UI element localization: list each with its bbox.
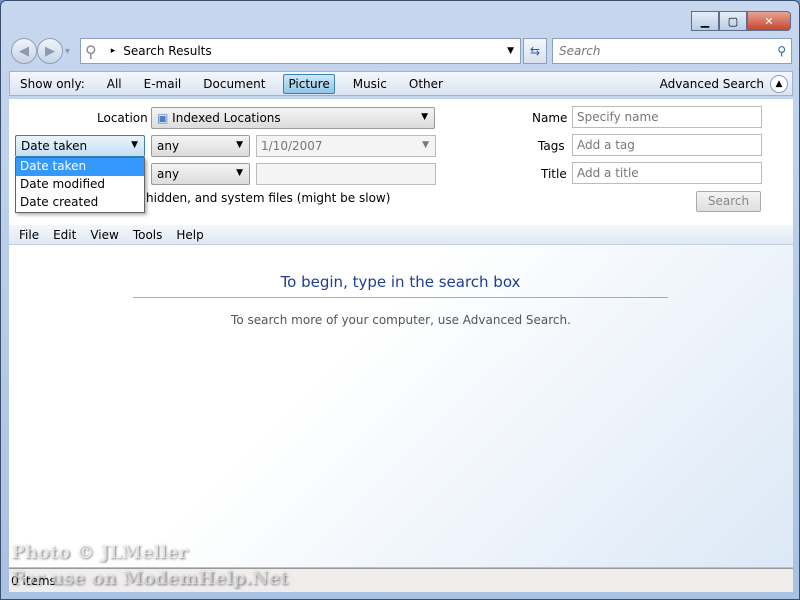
menu-edit[interactable]: Edit (53, 228, 76, 242)
filter-music[interactable]: Music (349, 75, 391, 93)
empty-heading: To begin, type in the search box (133, 273, 668, 298)
date-field-select[interactable]: Date taken ▼ (15, 135, 145, 157)
filter-email[interactable]: E-mail (140, 75, 186, 93)
breadcrumb: Search Results (123, 44, 212, 58)
close-button[interactable]: ✕ (747, 11, 791, 31)
forward-button[interactable]: ▶ (37, 38, 63, 64)
menu-help[interactable]: Help (176, 228, 203, 242)
include-hidden-label: hidden, and system files (might be slow) (146, 191, 391, 205)
chevron-down-icon: ▼ (236, 140, 243, 150)
collapse-icon[interactable]: ▲ (770, 74, 788, 93)
search-magnifier-icon: ⚲ (85, 41, 97, 61)
size-input[interactable] (256, 163, 436, 185)
advanced-search-pane: Location ▣ Indexed Locations ▼ Date taken… (9, 99, 793, 227)
recent-pages-dropdown[interactable]: ▾ (65, 46, 70, 57)
chevron-down-icon: ▼ (131, 140, 138, 150)
breadcrumb-arrow-icon[interactable]: ▸ (111, 46, 116, 56)
name-input[interactable]: Specify name (572, 106, 762, 128)
show-only-label: Show only: (20, 76, 85, 91)
explorer-window: ▁ ▢ ✕ ◀ ▶ ▾ ⚲ ▸ Search Results ▼ ⇆ Searc… (0, 0, 800, 600)
search-input[interactable]: Search ⚲ (552, 38, 792, 64)
location-select[interactable]: ▣ Indexed Locations ▼ (151, 107, 435, 129)
watermark-line1: Photo © JLMeller (11, 542, 188, 563)
chevron-down-icon: ▼ (421, 112, 428, 122)
menu-bar: File Edit View Tools Help (9, 225, 793, 245)
condition-value: any (157, 139, 180, 153)
window-controls: ▁ ▢ ✕ (691, 11, 791, 31)
advanced-search-link[interactable]: Advanced Search (656, 75, 768, 93)
title-input[interactable]: Add a title (572, 162, 762, 184)
size-condition-select[interactable]: any ▼ (151, 163, 250, 185)
title-label: Title (541, 167, 567, 181)
menu-view[interactable]: View (90, 228, 118, 242)
location-label: Location (97, 111, 148, 125)
indexed-locations-icon: ▣ (157, 111, 169, 125)
search-icon[interactable]: ⚲ (777, 44, 786, 58)
refresh-icon: ⇆ (529, 44, 541, 58)
back-arrow-icon: ◀ (19, 43, 29, 59)
filter-document[interactable]: Document (199, 75, 269, 93)
condition-value: any (157, 167, 180, 181)
date-value: 1/10/2007 (261, 139, 323, 153)
date-picker[interactable]: 1/10/2007 ▼ (256, 135, 436, 157)
option-date-taken[interactable]: Date taken (16, 158, 144, 176)
show-only-bar: Show only: All E-mail Document Picture M… (9, 71, 793, 96)
name-label: Name (532, 111, 568, 125)
date-field-value: Date taken (21, 139, 88, 153)
menu-tools[interactable]: Tools (133, 228, 163, 242)
date-field-dropdown: Date taken Date modified Date created (15, 157, 145, 213)
watermark-line2: For use on ModemHelp.Net (11, 568, 289, 589)
location-value: Indexed Locations (172, 111, 281, 125)
address-dropdown-icon[interactable]: ▼ (507, 46, 514, 56)
empty-subtext: To search more of your computer, use Adv… (231, 313, 571, 327)
search-button[interactable]: Search (696, 191, 761, 212)
minimize-button[interactable]: ▁ (691, 11, 719, 31)
search-placeholder: Search (559, 44, 601, 58)
forward-arrow-icon: ▶ (45, 43, 55, 59)
maximize-button[interactable]: ▢ (719, 11, 747, 31)
chevron-down-icon: ▼ (422, 140, 429, 150)
back-button[interactable]: ◀ (11, 38, 37, 64)
date-condition-select[interactable]: any ▼ (151, 135, 250, 157)
filter-all[interactable]: All (103, 75, 126, 93)
address-bar[interactable]: ⚲ ▸ Search Results ▼ (80, 38, 521, 64)
tags-label: Tags (538, 139, 565, 153)
option-date-created[interactable]: Date created (16, 194, 144, 212)
navigation-buttons: ◀ ▶ ▾ (11, 38, 70, 64)
tags-input[interactable]: Add a tag (572, 134, 762, 156)
results-area: To begin, type in the search box To sear… (9, 245, 793, 567)
filter-picture[interactable]: Picture (283, 73, 335, 94)
refresh-button[interactable]: ⇆ (523, 38, 547, 64)
chevron-down-icon: ▼ (236, 168, 243, 178)
menu-file[interactable]: File (19, 228, 39, 242)
option-date-modified[interactable]: Date modified (16, 176, 144, 194)
filter-other[interactable]: Other (405, 75, 447, 93)
